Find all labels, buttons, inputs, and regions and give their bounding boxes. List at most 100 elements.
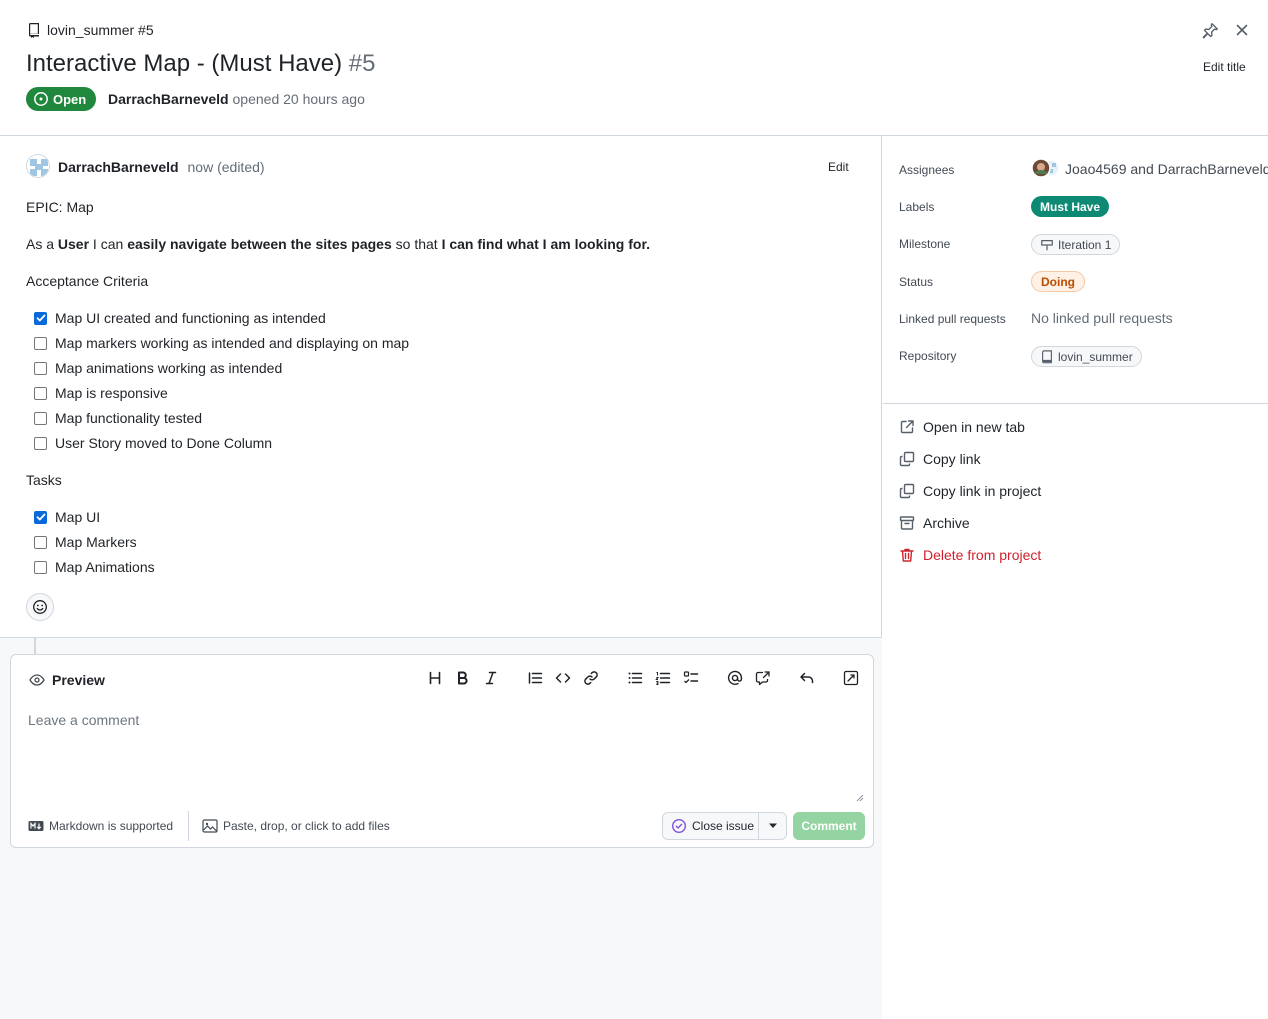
task-checkbox[interactable] bbox=[34, 361, 47, 375]
copy-link-in-project-label: Copy link in project bbox=[923, 483, 1042, 499]
resize-handle[interactable] bbox=[854, 792, 864, 802]
comment-button[interactable]: Comment bbox=[793, 812, 865, 840]
task-checkbox[interactable] bbox=[34, 386, 47, 400]
task-checkbox[interactable] bbox=[34, 311, 47, 325]
task-label: Map animations working as intended bbox=[55, 360, 283, 376]
assignees-value[interactable]: Joao4569 and DarrachBarneveld bbox=[1065, 161, 1268, 177]
markdown-note[interactable]: Markdown is supported bbox=[28, 819, 173, 833]
task-item: Map Animations bbox=[34, 559, 155, 575]
comment-author-link[interactable]: DarrachBarneveld bbox=[58, 159, 179, 175]
attach-files[interactable]: Paste, drop, or click to add files bbox=[202, 819, 390, 833]
open-in-new-tab-action[interactable]: Open in new tab bbox=[899, 419, 1025, 435]
status-pill[interactable]: Doing bbox=[1031, 271, 1085, 292]
close-issue-options-button[interactable] bbox=[759, 823, 786, 829]
delete-from-project-label: Delete from project bbox=[923, 547, 1042, 563]
pin-icon bbox=[1201, 22, 1219, 40]
quote-button[interactable] bbox=[524, 668, 546, 688]
task-checkbox[interactable] bbox=[34, 411, 47, 425]
status-label: Status bbox=[899, 275, 934, 289]
opened-meta: DarrachBarneveld opened 20 hours ago bbox=[108, 91, 365, 107]
delete-from-project-action[interactable]: Delete from project bbox=[899, 547, 1041, 563]
issue-author-link[interactable]: DarrachBarneveld bbox=[108, 91, 229, 107]
timeline-connector bbox=[34, 637, 36, 654]
external-link-icon bbox=[899, 419, 915, 435]
assignees-label: Assignees bbox=[899, 163, 955, 177]
task-label: Map functionality tested bbox=[55, 410, 203, 426]
acceptance-item: Map functionality tested bbox=[34, 410, 202, 426]
task-checkbox[interactable] bbox=[34, 535, 47, 549]
italic-button[interactable] bbox=[480, 668, 502, 688]
bold-button[interactable] bbox=[452, 668, 474, 688]
milestone-pill[interactable]: Iteration 1 bbox=[1031, 234, 1121, 255]
story-bold-1: User bbox=[57, 236, 90, 252]
code-button[interactable] bbox=[552, 668, 574, 688]
close-issue-button[interactable]: Close issue bbox=[663, 813, 759, 839]
reply-button[interactable] bbox=[796, 668, 818, 688]
reply-icon bbox=[799, 670, 815, 686]
triangle-down-icon bbox=[768, 823, 778, 829]
trash-icon bbox=[899, 547, 915, 563]
copy-link-action[interactable]: Copy link bbox=[899, 451, 981, 467]
pin-button[interactable] bbox=[1201, 22, 1219, 40]
quote-icon bbox=[527, 670, 543, 686]
acceptance-item: Map markers working as intended and disp… bbox=[34, 335, 409, 351]
repo-icon bbox=[26, 22, 42, 38]
fullscreen-button[interactable] bbox=[840, 668, 862, 688]
page-title: Interactive Map - (Must Have) #5 bbox=[26, 50, 375, 78]
assignee-avatars[interactable] bbox=[1031, 158, 1061, 178]
task-checkbox[interactable] bbox=[34, 336, 47, 350]
close-button[interactable] bbox=[1234, 22, 1250, 38]
italic-icon bbox=[483, 670, 499, 686]
acceptance-item: Map is responsive bbox=[34, 385, 168, 401]
code-icon bbox=[555, 670, 571, 686]
opened-text: opened 20 hours ago bbox=[232, 91, 365, 107]
task-label: Map Markers bbox=[55, 534, 137, 550]
labels-label: Labels bbox=[899, 200, 935, 214]
heading-icon bbox=[427, 670, 443, 686]
repository-pill[interactable]: lovin_summer bbox=[1031, 346, 1142, 367]
mention-icon bbox=[727, 670, 743, 686]
task-label: Map markers working as intended and disp… bbox=[55, 335, 410, 351]
close-icon bbox=[1234, 22, 1250, 38]
milestone-value: Iteration 1 bbox=[1058, 237, 1112, 252]
archive-action[interactable]: Archive bbox=[899, 515, 970, 531]
copy-link-label: Copy link bbox=[923, 451, 981, 467]
comment-editor: Preview Leave a comment Markdown is supp… bbox=[10, 654, 874, 848]
comment-header: DarrachBarneveld now (edited) bbox=[58, 159, 265, 175]
task-checkbox[interactable] bbox=[34, 560, 47, 574]
issue-header: lovin_summer #5 Interactive Map - (Must … bbox=[0, 0, 1268, 136]
label-must-have[interactable]: Must Have bbox=[1031, 196, 1110, 217]
task-checkbox[interactable] bbox=[34, 510, 47, 524]
repo-reference[interactable]: lovin_summer #5 bbox=[26, 22, 154, 38]
user-story-paragraph: As a User I can easily navigate between … bbox=[26, 236, 650, 252]
unordered-list-button[interactable] bbox=[624, 668, 646, 688]
heading-button[interactable] bbox=[424, 668, 446, 688]
unordered-list-icon bbox=[627, 670, 643, 686]
edit-comment-button[interactable]: Edit bbox=[828, 160, 849, 174]
task-label: Map is responsive bbox=[55, 385, 168, 401]
edit-title-button[interactable]: Edit title bbox=[1203, 60, 1246, 74]
link-button[interactable] bbox=[580, 668, 602, 688]
add-reaction-button[interactable] bbox=[26, 593, 54, 621]
status-badge-label: Open bbox=[53, 91, 87, 107]
task-label: Map Animations bbox=[55, 559, 155, 575]
close-issue-label: Close issue bbox=[692, 819, 755, 833]
acceptance-item: User Story moved to Done Column bbox=[34, 435, 272, 451]
ordered-list-button[interactable] bbox=[652, 668, 674, 688]
issue-number: #5 bbox=[348, 50, 376, 77]
tasks-heading: Tasks bbox=[26, 472, 62, 488]
avatar[interactable] bbox=[26, 154, 50, 178]
story-text-2: I can bbox=[89, 236, 128, 252]
link-icon bbox=[583, 670, 599, 686]
cross-reference-button[interactable] bbox=[752, 668, 774, 688]
bold-icon bbox=[455, 670, 471, 686]
acceptance-item: Map UI created and functioning as intend… bbox=[34, 310, 326, 326]
comment-input[interactable]: Leave a comment bbox=[28, 712, 139, 728]
task-list-button[interactable] bbox=[680, 668, 702, 688]
task-checkbox[interactable] bbox=[34, 436, 47, 450]
preview-tab[interactable]: Preview bbox=[29, 672, 105, 688]
milestone-label: Milestone bbox=[899, 237, 951, 251]
repo-reference-label: lovin_summer #5 bbox=[47, 22, 154, 38]
mention-button[interactable] bbox=[724, 668, 746, 688]
copy-link-in-project-action[interactable]: Copy link in project bbox=[899, 483, 1041, 499]
